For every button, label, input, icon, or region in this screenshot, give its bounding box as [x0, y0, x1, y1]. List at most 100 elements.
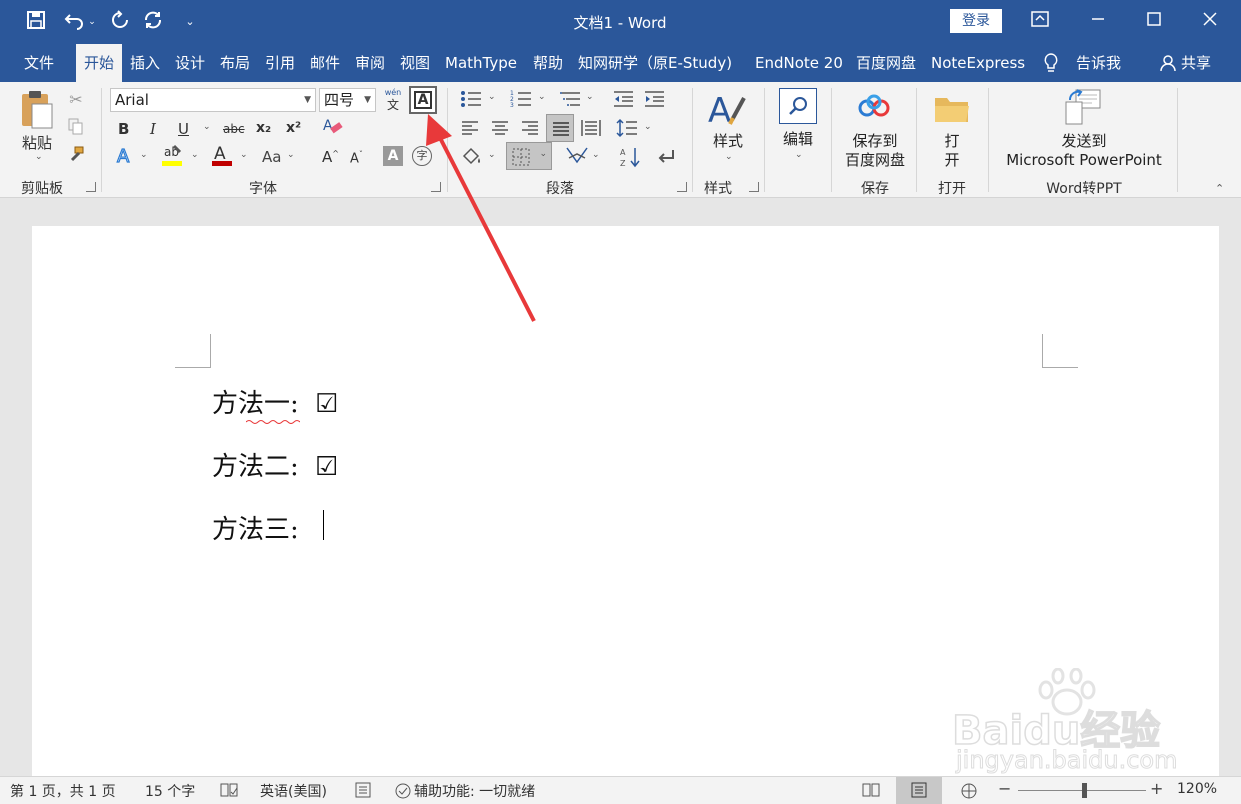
save-icon[interactable] [24, 10, 48, 34]
accessibility-status[interactable]: 辅助功能: 一切就绪 [414, 781, 535, 801]
clipboard-dialog-launcher-icon[interactable] [86, 182, 96, 192]
paste-icon[interactable] [20, 90, 54, 134]
collapse-ribbon-icon[interactable]: ⌃ [1215, 182, 1224, 195]
decrease-indent-icon[interactable] [612, 90, 634, 112]
macro-icon[interactable] [355, 782, 371, 802]
save-to-baidu-label-1[interactable]: 保存到 [840, 132, 910, 151]
bold-button[interactable]: B [118, 120, 129, 138]
font-size-dropdown[interactable]: 四号 ▼ [319, 88, 376, 112]
styles-icon[interactable]: A [706, 90, 748, 134]
asian-layout-dropdown-icon[interactable]: ⌄ [592, 150, 600, 160]
highlight-dropdown-icon[interactable]: ⌄ [191, 150, 199, 160]
save-to-baidu-label-2[interactable]: 百度网盘 [840, 151, 910, 170]
increase-indent-icon[interactable] [643, 90, 665, 112]
underline-button[interactable]: U [178, 120, 189, 138]
undo-dropdown-icon[interactable]: ⌄ [87, 10, 97, 34]
asian-layout-icon[interactable] [565, 146, 589, 170]
folder-icon[interactable] [934, 94, 970, 128]
font-color-icon[interactable]: A [210, 142, 234, 172]
sort-icon[interactable]: AZ [620, 146, 642, 172]
word-count[interactable]: 15 个字 [145, 781, 195, 801]
multilevel-dropdown-icon[interactable]: ⌄ [586, 92, 594, 102]
tab-insert[interactable]: 插入 [130, 44, 160, 82]
doc-line-2[interactable]: 方法二: ☑ [212, 446, 338, 483]
zoom-in-icon[interactable]: + [1150, 779, 1163, 798]
page-count[interactable]: 第 1 页，共 1 页 [10, 781, 116, 801]
cut-icon[interactable]: ✂ [66, 90, 86, 109]
tab-review[interactable]: 审阅 [355, 44, 385, 82]
tab-endnote[interactable]: EndNote 20 [755, 44, 843, 82]
minimize-icon[interactable] [1086, 10, 1110, 34]
tab-design[interactable]: 设计 [175, 44, 205, 82]
styles-label[interactable]: 样式 [704, 132, 752, 151]
format-painter-icon[interactable] [66, 146, 86, 168]
send-to-ppt-label-1[interactable]: 发送到 [1000, 132, 1168, 151]
phonetic-guide-icon[interactable]: wén 文 [384, 88, 402, 111]
line-spacing-dropdown-icon[interactable]: ⌄ [644, 122, 652, 132]
zoom-slider-thumb[interactable] [1082, 783, 1087, 798]
proofing-icon[interactable] [220, 782, 238, 802]
tab-estudy[interactable]: 知网研学（原E-Study) [578, 44, 732, 82]
font-name-dropdown[interactable]: Arial ▼ [110, 88, 316, 112]
copy-icon[interactable] [66, 118, 86, 140]
tab-help[interactable]: 帮助 [533, 44, 563, 82]
highlight-icon[interactable]: ab [160, 142, 186, 172]
text-effects-icon[interactable]: A [114, 144, 136, 170]
customize-quick-access-icon[interactable]: ⌄ [178, 10, 202, 34]
character-shading-icon[interactable]: A [383, 146, 403, 166]
subscript-button[interactable]: x₂ [256, 120, 271, 136]
open-label-2[interactable]: 开 [930, 151, 974, 170]
tab-file[interactable]: 文件 [24, 44, 54, 82]
zoom-level[interactable]: 120% [1177, 781, 1217, 797]
tab-home[interactable]: 开始 [76, 44, 123, 82]
clear-formatting-icon[interactable]: A [322, 116, 344, 140]
paste-label[interactable]: 粘贴 [22, 132, 52, 153]
numbering-dropdown-icon[interactable]: ⌄ [538, 92, 546, 102]
distributed-icon[interactable] [580, 118, 602, 142]
change-case-button[interactable]: Aa [262, 148, 281, 166]
baidu-netdisk-icon[interactable] [858, 94, 890, 124]
multilevel-list-icon[interactable] [560, 90, 582, 112]
styles-dialog-launcher-icon[interactable] [749, 182, 759, 192]
italic-button[interactable]: I [150, 120, 156, 138]
superscript-button[interactable]: x² [286, 120, 301, 136]
print-layout-button[interactable] [896, 777, 942, 804]
justify-button[interactable] [546, 114, 574, 142]
grow-font-button[interactable]: A^ [322, 148, 339, 166]
maximize-icon[interactable] [1142, 10, 1166, 34]
text-effects-dropdown-icon[interactable]: ⌄ [140, 150, 148, 160]
read-mode-icon[interactable] [862, 782, 880, 802]
editing-dropdown-icon[interactable]: ⌄ [795, 150, 803, 160]
undo-icon[interactable] [60, 10, 90, 34]
paragraph-dialog-launcher-icon[interactable] [677, 182, 687, 192]
show-marks-icon[interactable] [655, 146, 677, 172]
doc-line-3[interactable]: 方法三: [212, 509, 299, 546]
zoom-out-icon[interactable]: − [998, 779, 1011, 798]
tab-noteexpress[interactable]: NoteExpress [931, 44, 1025, 82]
editing-icon[interactable] [779, 88, 817, 124]
doc-line-1[interactable]: 方法一: ☑ [212, 383, 338, 420]
language-indicator[interactable]: 英语(美国) [260, 781, 327, 801]
line-spacing-icon[interactable] [616, 118, 638, 142]
tell-me-search[interactable]: 告诉我 [1076, 44, 1121, 82]
font-color-dropdown-icon[interactable]: ⌄ [240, 150, 248, 160]
tab-layout[interactable]: 布局 [220, 44, 250, 82]
bullets-icon[interactable] [460, 90, 482, 112]
send-to-ppt-label-2[interactable]: Microsoft PowerPoint [1000, 151, 1168, 170]
underline-dropdown-icon[interactable]: ⌄ [203, 122, 211, 132]
editing-label[interactable]: 编辑 [775, 130, 821, 149]
login-button[interactable]: 登录 [950, 9, 1002, 33]
send-to-ppt-icon[interactable] [1062, 88, 1102, 130]
repeat-icon[interactable] [108, 10, 132, 34]
shrink-font-button[interactable]: Aˇ [350, 150, 363, 166]
tab-baidu-netdisk[interactable]: 百度网盘 [856, 44, 916, 82]
bullets-dropdown-icon[interactable]: ⌄ [488, 92, 496, 102]
paste-dropdown-icon[interactable]: ⌄ [35, 152, 43, 162]
tab-references[interactable]: 引用 [265, 44, 295, 82]
change-case-dropdown-icon[interactable]: ⌄ [287, 150, 295, 160]
styles-dropdown-icon[interactable]: ⌄ [725, 152, 733, 162]
tab-mathtype[interactable]: MathType [445, 44, 517, 82]
accessibility-icon[interactable] [394, 782, 412, 804]
strikethrough-button[interactable]: abc [223, 122, 245, 136]
open-label-1[interactable]: 打 [930, 132, 974, 151]
